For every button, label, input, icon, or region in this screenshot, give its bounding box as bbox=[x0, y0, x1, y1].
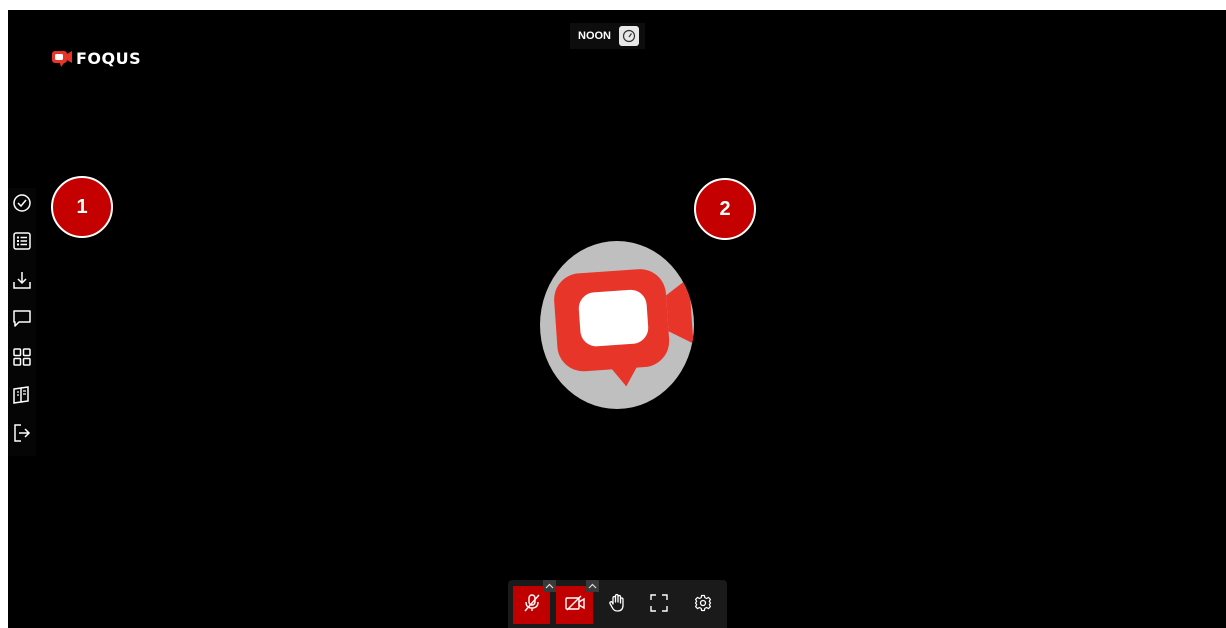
mic-off-icon bbox=[523, 593, 541, 618]
download-icon[interactable] bbox=[11, 269, 33, 291]
raise-hand-button[interactable] bbox=[602, 586, 632, 624]
checkmark-circle-icon[interactable] bbox=[11, 192, 33, 214]
room-name: NOON bbox=[578, 30, 611, 42]
control-bar bbox=[508, 580, 727, 628]
gauge-icon[interactable] bbox=[619, 26, 639, 46]
annotation-marker-1: 1 bbox=[51, 176, 113, 238]
mic-toggle-button[interactable] bbox=[513, 580, 556, 624]
annotation-marker-2: 2 bbox=[694, 178, 756, 240]
apps-grid-icon[interactable] bbox=[11, 346, 33, 368]
camera-off-icon bbox=[564, 594, 586, 617]
chat-icon[interactable] bbox=[11, 307, 33, 329]
fullscreen-button[interactable] bbox=[644, 586, 674, 624]
meeting-screen: FOQUS NOON 1 2 bbox=[8, 10, 1226, 628]
mic-options-chevron-icon[interactable] bbox=[543, 580, 556, 592]
brand-logo: FOQUS bbox=[52, 49, 141, 68]
fullscreen-icon bbox=[650, 593, 668, 617]
raise-hand-icon bbox=[608, 593, 626, 618]
book-icon[interactable] bbox=[11, 384, 33, 406]
video-camera-logo-icon bbox=[554, 269, 694, 387]
sidebar bbox=[8, 188, 36, 456]
camera-options-chevron-icon[interactable] bbox=[586, 580, 599, 592]
room-header: NOON bbox=[570, 23, 645, 49]
list-icon[interactable] bbox=[11, 230, 33, 252]
camera-toggle-button[interactable] bbox=[556, 580, 599, 624]
gear-icon bbox=[694, 594, 712, 617]
participant-avatar bbox=[540, 241, 694, 409]
brand-name: FOQUS bbox=[76, 49, 142, 68]
settings-button[interactable] bbox=[688, 586, 718, 624]
exit-icon[interactable] bbox=[11, 422, 33, 444]
logo-icon bbox=[52, 50, 72, 67]
